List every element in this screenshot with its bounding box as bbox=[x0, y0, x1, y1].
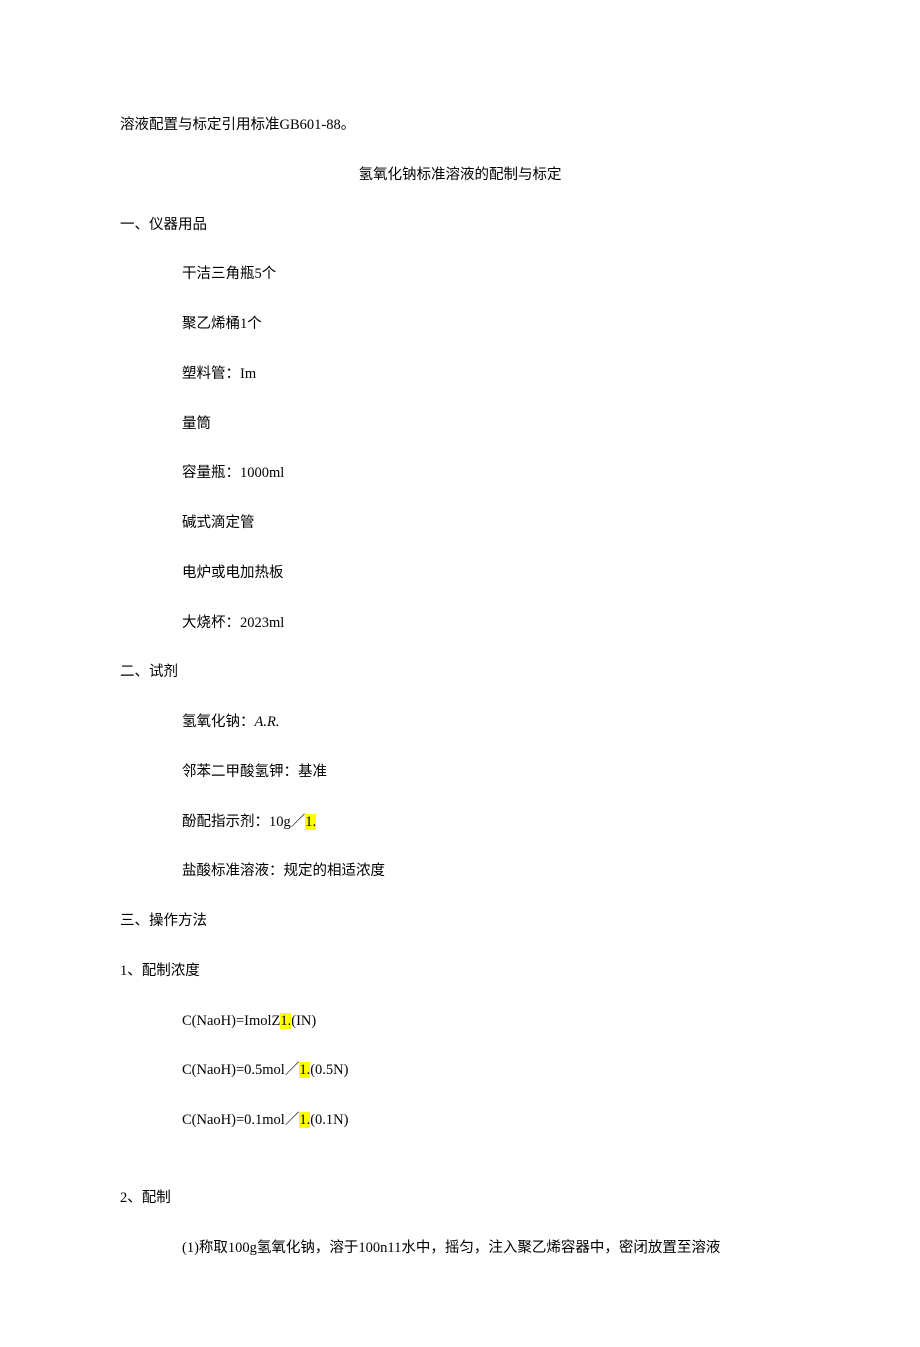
subsection-1-heading: 1、配制浓度 bbox=[120, 961, 800, 983]
equipment-item: 大烧杯：2023ml bbox=[120, 613, 800, 635]
formula-line: C(NaoH)=ImolZ1.(IN) bbox=[120, 1011, 800, 1033]
document-page: 溶液配置与标定引用标准GB601-88。 氢氧化钠标准溶液的配制与标定 一、仪器… bbox=[0, 0, 920, 1347]
section-1-heading: 一、仪器用品 bbox=[120, 215, 800, 237]
section-3-heading: 三、操作方法 bbox=[120, 911, 800, 933]
section-2-heading: 二、试剂 bbox=[120, 662, 800, 684]
equipment-item: 干洁三角瓶5个 bbox=[120, 264, 800, 286]
reagent-item: 酚配指示剂：10g／1. bbox=[120, 812, 800, 834]
subsection-2-heading: 2、配制 bbox=[120, 1188, 800, 1210]
highlight-text: 1. bbox=[280, 1013, 291, 1029]
highlight-text: 1. bbox=[299, 1062, 310, 1078]
equipment-item: 电炉或电加热板 bbox=[120, 563, 800, 585]
highlight-text: 1. bbox=[305, 814, 316, 830]
highlight-text: 1. bbox=[299, 1112, 310, 1128]
formula-text: (0.5N) bbox=[310, 1062, 348, 1078]
equipment-item: 聚乙烯桶1个 bbox=[120, 314, 800, 336]
equipment-item: 碱式滴定管 bbox=[120, 513, 800, 535]
formula-text: C(NaoH)=0.5mol／ bbox=[182, 1062, 299, 1078]
equipment-item: 量筒 bbox=[120, 414, 800, 436]
intro-line: 溶液配置与标定引用标准GB601-88。 bbox=[120, 115, 800, 137]
reagent-label: 氢氧化钠： bbox=[182, 714, 255, 730]
reagent-item: 盐酸标准溶液：规定的相适浓度 bbox=[120, 861, 800, 883]
reagent-item: 邻苯二甲酸氢钾：基准 bbox=[120, 762, 800, 784]
equipment-item: 塑料管：Im bbox=[120, 364, 800, 386]
equipment-item: 容量瓶：1000ml bbox=[120, 463, 800, 485]
formula-line: C(NaoH)=0.1mol／1.(0.1N) bbox=[120, 1110, 800, 1132]
formula-line: C(NaoH)=0.5mol／1.(0.5N) bbox=[120, 1060, 800, 1082]
reagent-item: 氢氧化钠：A.R. bbox=[120, 712, 800, 734]
reagent-grade: A.R. bbox=[255, 714, 280, 730]
formula-text: C(NaoH)=ImolZ bbox=[182, 1013, 280, 1029]
formula-text: (IN) bbox=[291, 1013, 316, 1029]
paragraph-text: (1)称取100g氢氧化钠，溶于100n11水中，摇匀，注入聚乙烯容器中，密闭放… bbox=[120, 1238, 800, 1260]
reagent-label: 酚配指示剂：10g／ bbox=[182, 814, 305, 830]
document-title: 氢氧化钠标准溶液的配制与标定 bbox=[120, 165, 800, 187]
formula-text: C(NaoH)=0.1mol／ bbox=[182, 1112, 299, 1128]
formula-text: (0.1N) bbox=[310, 1112, 348, 1128]
